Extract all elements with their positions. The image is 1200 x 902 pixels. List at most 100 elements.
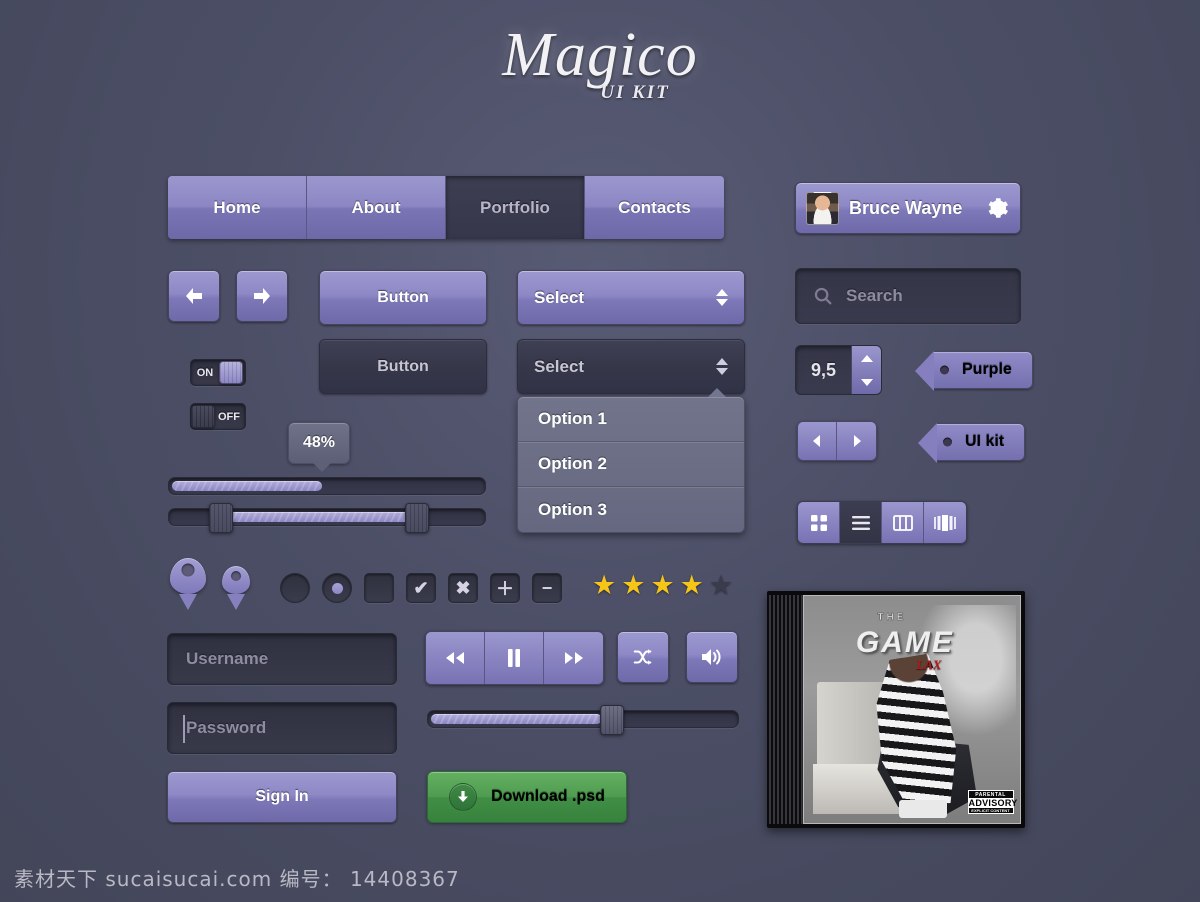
volume-icon — [699, 646, 725, 668]
watermark: 素材天下 sucaisucai.com 编号： 14408367 — [14, 867, 460, 891]
album-cover[interactable]: THE GAME LAX PARENTAL ADVISORY EXPLICIT … — [767, 591, 1025, 828]
toggle-knob[interactable] — [191, 405, 215, 428]
user-profile-button[interactable]: Bruce Wayne — [795, 182, 1021, 234]
secondary-button-label: Button — [377, 357, 429, 375]
number-stepper[interactable]: 9,5 — [795, 345, 882, 395]
tag-purple-label: Purple — [962, 361, 1012, 378]
toggle-off[interactable]: OFF — [190, 403, 246, 430]
gear-icon[interactable] — [984, 195, 1010, 221]
toggle-knob[interactable] — [219, 361, 243, 384]
select-primary[interactable]: Select — [517, 270, 745, 325]
volume-button[interactable] — [686, 631, 738, 683]
arrow-left-button[interactable] — [168, 270, 220, 322]
seek-slider-handle[interactable] — [600, 705, 624, 735]
forward-button[interactable] — [544, 632, 603, 684]
fast-forward-icon — [563, 650, 585, 666]
rewind-button[interactable] — [426, 632, 485, 684]
primary-button[interactable]: Button — [319, 270, 487, 325]
map-pin-hole — [231, 570, 241, 581]
secondary-button[interactable]: Button — [319, 339, 487, 394]
select-secondary[interactable]: Select — [517, 339, 745, 394]
search-input[interactable]: Search — [795, 268, 1021, 324]
nav-item-portfolio[interactable]: Portfolio — [446, 176, 585, 239]
album-title-main: GAME — [855, 625, 954, 659]
tag-uikit[interactable]: UI kit — [917, 423, 1026, 463]
caret-down-icon[interactable] — [860, 378, 873, 386]
view-list-button[interactable] — [840, 502, 882, 543]
toggle-off-label: OFF — [218, 410, 240, 423]
ui-kit-canvas: Magico UI KIT Home About Portfolio Conta… — [0, 0, 1200, 902]
arrow-right-icon — [250, 285, 274, 307]
range-slider-handle-low[interactable] — [209, 503, 233, 533]
toggle-on-label: ON — [196, 366, 214, 379]
download-button[interactable]: Download .psd — [427, 771, 627, 823]
dropdown-menu: Option 1 Option 2 Option 3 — [517, 388, 745, 533]
download-label: Download .psd — [491, 788, 605, 805]
tag-hole-icon — [943, 437, 952, 447]
pause-icon — [506, 648, 522, 668]
coverflow-view-icon — [933, 514, 957, 532]
map-pin-large[interactable] — [170, 558, 206, 594]
radio-checked[interactable] — [322, 573, 352, 603]
plus-icon: ＋ — [496, 579, 514, 599]
chevron-updown-icon — [716, 289, 728, 306]
radio-checked-icon — [331, 582, 343, 594]
star-icon[interactable]: ★ — [592, 572, 616, 599]
toggle-on[interactable]: ON — [190, 359, 246, 386]
dropdown-option-2[interactable]: Option 2 — [518, 442, 744, 487]
tag-hole-icon — [940, 365, 949, 375]
close-button[interactable]: ✖ — [448, 573, 478, 603]
advisory-top: PARENTAL — [975, 791, 1006, 798]
nav-item-home[interactable]: Home — [168, 176, 307, 239]
view-grid-button[interactable] — [798, 502, 840, 543]
parental-advisory-label: PARENTAL ADVISORY EXPLICIT CONTENT — [967, 789, 1018, 814]
checkbox-checked[interactable]: ✔ — [406, 573, 436, 603]
password-field[interactable]: Password — [167, 702, 397, 754]
star-icon[interactable]: ★ — [680, 572, 704, 599]
seek-slider[interactable] — [427, 705, 739, 735]
dropdown-option-1[interactable]: Option 1 — [518, 397, 744, 442]
album-spine — [767, 595, 803, 824]
checkbox-checked-icon: ✔ — [413, 577, 429, 598]
shuffle-icon — [631, 646, 655, 668]
search-placeholder: Search — [846, 286, 903, 305]
checkbox-unchecked[interactable] — [364, 573, 394, 603]
download-icon — [449, 783, 478, 811]
close-icon: ✖ — [455, 577, 471, 598]
star-rating[interactable]: ★ ★ ★ ★ ★ — [592, 572, 733, 599]
range-slider-fill — [229, 512, 414, 522]
map-pin-hole — [181, 563, 195, 577]
sign-in-button[interactable]: Sign In — [167, 771, 397, 823]
view-coverflow-button[interactable] — [924, 502, 966, 543]
advisory-bottom: EXPLICIT CONTENT — [971, 807, 1010, 813]
minus-button[interactable]: − — [532, 573, 562, 603]
dropdown-option-3[interactable]: Option 3 — [518, 487, 744, 532]
star-icon[interactable]: ★ — [709, 572, 733, 599]
nav-item-about[interactable]: About — [307, 176, 446, 239]
pager-prev-button[interactable] — [798, 422, 837, 460]
username-field[interactable]: Username — [167, 633, 397, 685]
star-icon[interactable]: ★ — [621, 572, 645, 599]
pager-next-button[interactable] — [837, 422, 876, 460]
range-slider[interactable] — [168, 503, 486, 533]
tag-purple[interactable]: Purple — [915, 351, 1033, 391]
radio-unchecked[interactable] — [280, 573, 310, 603]
advisory-mid: ADVISORY — [968, 797, 1018, 808]
view-columns-button[interactable] — [882, 502, 924, 543]
plus-button[interactable]: ＋ — [490, 573, 520, 603]
stepper-arrows[interactable] — [851, 346, 881, 394]
pause-button[interactable] — [485, 632, 544, 684]
star-icon[interactable]: ★ — [650, 572, 674, 599]
text-caret — [183, 715, 185, 743]
list-view-icon — [850, 514, 872, 532]
grid-view-icon — [809, 513, 829, 533]
shuffle-button[interactable] — [617, 631, 669, 683]
main-navigation: Home About Portfolio Contacts — [168, 176, 724, 239]
range-slider-handle-high[interactable] — [405, 503, 429, 533]
nav-item-contacts[interactable]: Contacts — [585, 176, 724, 239]
pager — [797, 421, 877, 461]
map-pin-small[interactable] — [222, 566, 250, 594]
user-name: Bruce Wayne — [849, 197, 963, 218]
arrow-right-button[interactable] — [236, 270, 288, 322]
caret-up-icon[interactable] — [860, 354, 873, 362]
